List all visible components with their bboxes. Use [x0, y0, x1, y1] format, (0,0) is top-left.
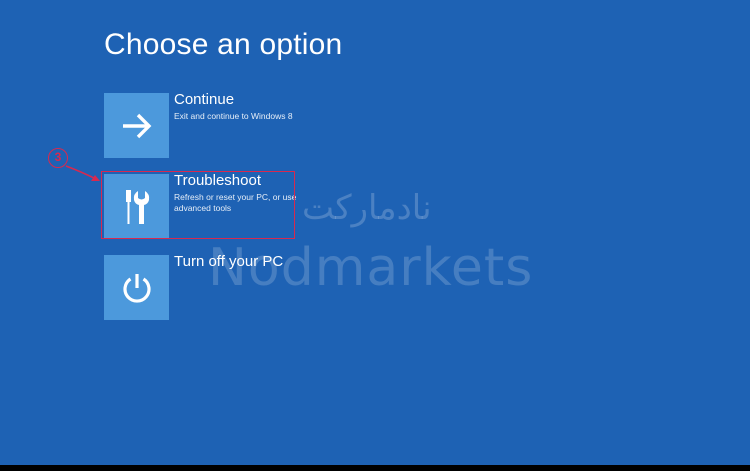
option-troubleshoot-description: Refresh or reset your PC, or use advance… [174, 192, 297, 213]
step-badge: 3 [48, 148, 68, 168]
troubleshoot-tile[interactable] [104, 174, 169, 239]
arrow-right-icon [122, 113, 151, 138]
watermark-latin: Nodmarkets [208, 238, 534, 298]
option-continue-description: Exit and continue to Windows 8 [174, 111, 293, 121]
option-continue[interactable]: Continue Exit and continue to Windows 8 [104, 91, 304, 159]
watermark-persian: نادمارکت [302, 188, 432, 228]
power-icon [122, 273, 151, 303]
recovery-screen: Choose an option Continue Exit and conti… [0, 0, 750, 465]
continue-tile[interactable] [104, 93, 169, 158]
page-title: Choose an option [104, 28, 343, 61]
tools-icon [125, 189, 149, 224]
turn-off-tile[interactable] [104, 255, 169, 320]
option-continue-title: Continue [174, 91, 235, 108]
option-troubleshoot-title: Troubleshoot [174, 172, 261, 189]
option-troubleshoot[interactable]: Troubleshoot Refresh or reset your PC, o… [104, 172, 304, 240]
